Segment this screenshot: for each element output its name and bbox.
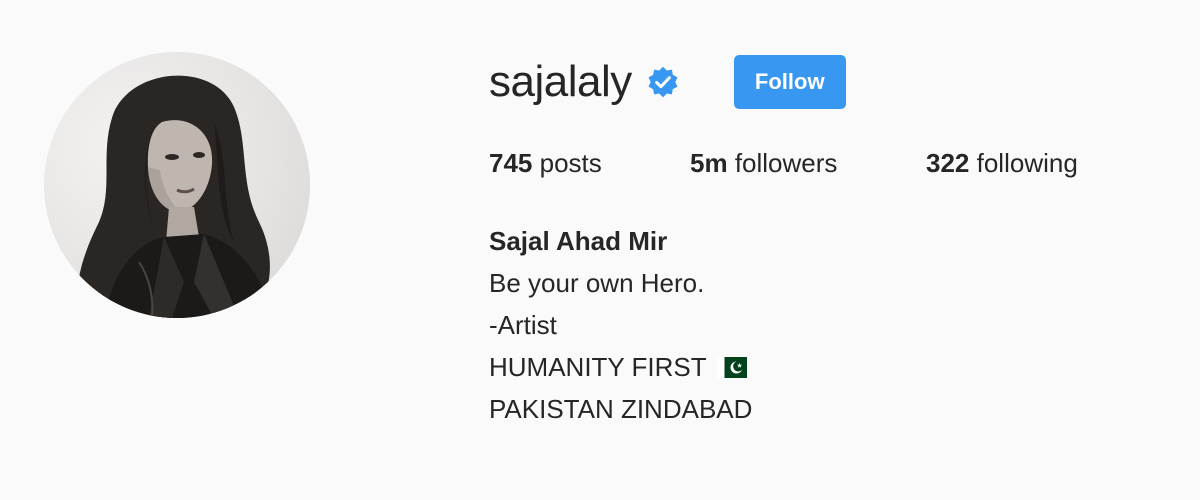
avatar-photo [77,75,274,318]
bio-line-with-flag: HUMANITY FIRST [489,346,752,388]
posts-stat[interactable]: 745 posts [489,146,690,180]
followers-count: 5m [690,148,728,178]
following-count: 322 [926,148,970,178]
avatar[interactable] [44,52,310,318]
pakistan-flag-icon [716,348,747,378]
username: sajalaly [489,57,632,106]
bio-line: -Artist [489,310,557,340]
bio-line: HUMANITY FIRST [489,352,707,382]
profile-header: sajalaly Follow [489,52,846,112]
bio-line: PAKISTAN ZINDABAD [489,394,753,424]
follow-button[interactable]: Follow [733,55,846,109]
bio-line: Be your own Hero. [489,268,705,298]
profile-bio: Sajal Ahad Mir Be your own Hero. -Artist… [489,220,752,430]
following-label: following [976,148,1078,178]
following-stat[interactable]: 322 following [926,146,1078,180]
verified-badge-icon [646,65,680,99]
followers-label: followers [734,148,838,178]
posts-count: 745 [489,148,533,178]
full-name: Sajal Ahad Mir [489,226,668,256]
posts-label: posts [539,148,602,178]
profile-stats: 745 posts 5m followers 322 following [489,146,1078,180]
followers-stat[interactable]: 5m followers [690,146,926,180]
